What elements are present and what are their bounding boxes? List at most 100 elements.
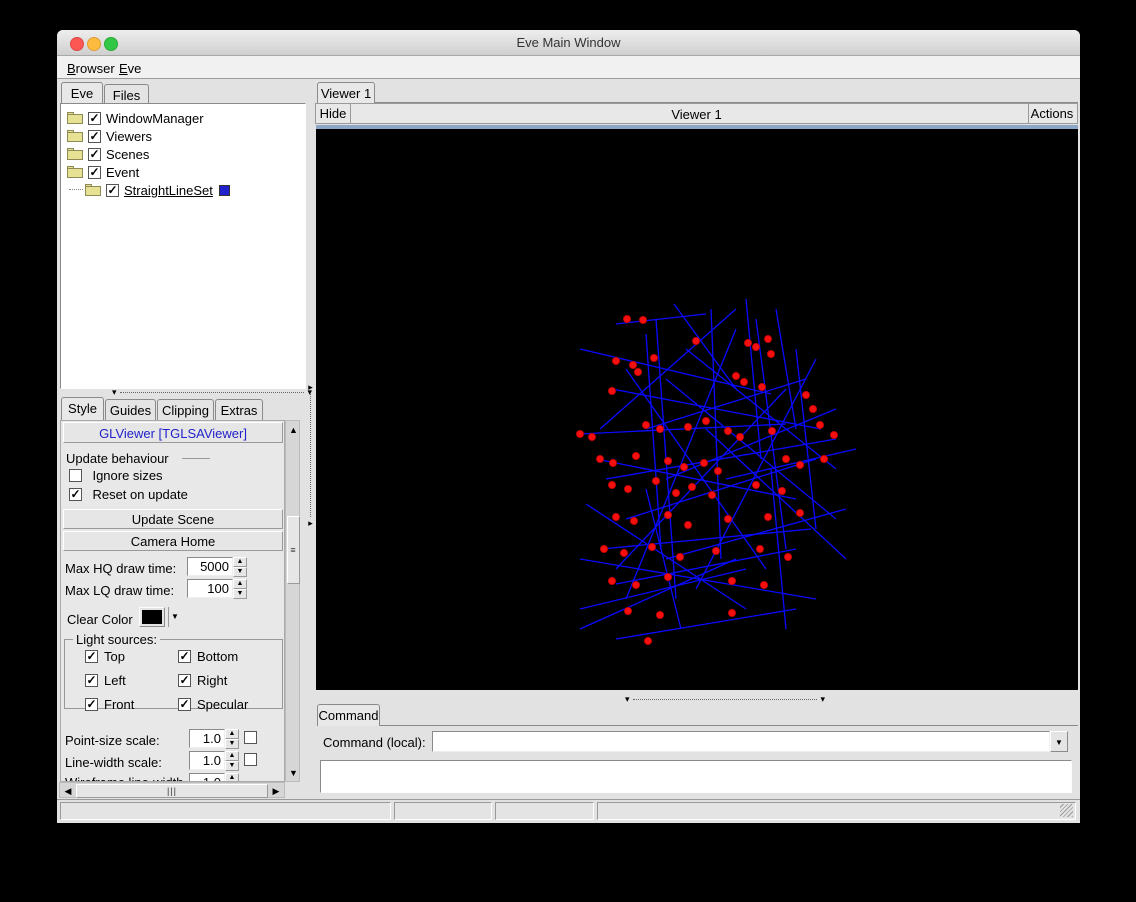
editor-hscrollbar[interactable]: ◀ ||| ▶ [59,782,285,798]
checkbox-checked-icon[interactable]: ✓ [178,698,191,711]
clear-color-swatch[interactable] [139,607,165,627]
eve-main-window: Eve Main Window Browser Eve Eve Files ✓ W… [57,30,1080,823]
checkbox-checked-icon[interactable]: ✓ [85,650,98,663]
menu-browser[interactable]: Browser [63,59,119,78]
tree-item-label[interactable]: Scenes [106,147,149,162]
light-label: Right [197,673,227,688]
command-input[interactable] [432,731,1050,752]
light-left-checkbox[interactable]: ✓Left [85,672,178,690]
resize-grip-icon[interactable] [1060,804,1073,817]
tree-item-viewers[interactable]: ✓ Viewers [65,127,303,145]
scroll-down-icon[interactable]: ▼ [286,766,301,779]
clear-color-label: Clear Color [67,612,133,627]
light-front-checkbox[interactable]: ✓Front [85,696,178,714]
checkbox-checked-icon[interactable]: ✓ [106,184,119,197]
light-sources-title: Light sources: [73,632,160,647]
wireframe-label: Wireframe line-width [65,775,183,782]
camera-home-button[interactable]: Camera Home [63,531,283,551]
folder-icon [67,148,84,160]
tab-guides[interactable]: Guides [105,399,156,420]
line-width-entry[interactable] [189,751,225,770]
spin-down-icon[interactable]: ▼ [233,589,247,599]
reset-on-update-checkbox[interactable]: ✓ Reset on update [69,486,188,504]
scroll-up-icon[interactable]: ▲ [286,423,301,436]
checkbox-checked-icon: ✓ [69,488,82,501]
tree-item-scenes[interactable]: ✓ Scenes [65,145,303,163]
spin-up-icon[interactable]: ▲ [233,579,247,589]
tree-item-label[interactable]: Viewers [106,129,152,144]
max-lq-entry[interactable] [187,579,233,598]
status-segment [597,802,1076,820]
window-title: Eve Main Window [57,35,1080,50]
panel-splitter[interactable]: ▸ ▸ [306,383,315,528]
tree-item-label-selected[interactable]: StraightLineSet [124,183,213,198]
scroll-right-icon[interactable]: ▶ [270,783,282,799]
spin-up-icon[interactable]: ▲ [225,751,239,761]
light-right-checkbox[interactable]: ✓ Right [178,672,276,690]
tree-connector [69,189,83,191]
tree-item-event[interactable]: ✓ Event [65,163,303,181]
checkbox-checked-icon[interactable]: ✓ [88,166,101,179]
wireframe-spinner[interactable]: ▲ [225,773,239,782]
ignore-sizes-checkbox[interactable]: Ignore sizes [69,467,163,485]
checkbox-checked-icon[interactable]: ✓ [85,698,98,711]
tree-item-label[interactable]: WindowManager [106,111,204,126]
actions-button[interactable]: Actions [1028,104,1075,123]
tab-command[interactable]: Command [317,704,380,726]
scroll-left-icon[interactable]: ◀ [62,783,74,799]
tab-eve[interactable]: Eve [61,82,103,103]
viewer-command-splitter[interactable]: ▾ ▾ [625,694,825,704]
spin-down-icon[interactable]: ▼ [225,761,239,771]
tab-clipping[interactable]: Clipping [157,399,214,420]
checkbox-checked-icon[interactable]: ✓ [88,130,101,143]
tab-extras[interactable]: Extras [215,399,263,420]
editor-vscrollbar[interactable]: ▲ ≡ ▼ [285,420,300,782]
point-size-spinner[interactable]: ▲ ▼ [225,729,239,748]
light-specular-checkbox[interactable]: ✓Specular [178,696,276,714]
max-hq-label: Max HQ draw time: [65,561,176,576]
point-size-entry[interactable] [189,729,225,748]
command-dropdown-icon[interactable]: ▼ [1050,731,1068,752]
checkbox-checked-icon[interactable]: ✓ [178,674,191,687]
tree-editor-splitter[interactable]: ▾ ▾ [112,387,312,397]
glviewer-name-frame: GLViewer [TGLSAViewer] [63,422,283,443]
spin-up-icon[interactable]: ▲ [225,729,239,739]
wireframe-entry[interactable] [189,773,225,782]
gl-viewport[interactable] [316,129,1078,690]
point-size-checkbox[interactable] [244,731,257,744]
spin-up-icon[interactable]: ▲ [225,773,239,782]
light-bottom-checkbox[interactable]: ✓Bottom [178,648,276,666]
spin-down-icon[interactable]: ▼ [233,567,247,577]
marker-color-swatch[interactable] [219,185,230,196]
tree-item-straightlineset[interactable]: ✓ StraightLineSet [65,181,303,199]
tab-files[interactable]: Files [104,84,149,103]
max-hq-spinner[interactable]: ▲ ▼ [233,557,247,576]
line-width-spinner[interactable]: ▲ ▼ [225,751,239,770]
command-local-label: Command (local): [323,735,426,750]
max-lq-spinner[interactable]: ▲ ▼ [233,579,247,598]
clear-color-separator [168,607,169,627]
splitter-collapse-icon: ▾ [112,388,117,397]
status-segment [495,802,594,820]
vscroll-thumb[interactable]: ≡ [287,516,300,584]
checkbox-checked-icon[interactable]: ✓ [85,674,98,687]
title-bar[interactable]: Eve Main Window [57,30,1080,56]
line-width-checkbox[interactable] [244,753,257,766]
update-scene-button[interactable]: Update Scene [63,509,283,529]
checkbox-checked-icon[interactable]: ✓ [178,650,191,663]
spin-down-icon[interactable]: ▼ [225,739,239,749]
tree-item-windowmanager[interactable]: ✓ WindowManager [65,109,303,127]
spin-up-icon[interactable]: ▲ [233,557,247,567]
menu-bar: Browser Eve [57,56,1080,79]
checkbox-checked-icon[interactable]: ✓ [88,112,101,125]
checkbox-checked-icon[interactable]: ✓ [88,148,101,161]
tree-item-label[interactable]: Event [106,165,139,180]
max-hq-entry[interactable] [187,557,233,576]
light-top-checkbox[interactable]: ✓Top [85,648,178,666]
folder-icon [67,166,84,178]
menu-eve[interactable]: Eve [115,59,145,78]
hscroll-thumb[interactable]: ||| [76,784,268,798]
tab-viewer1[interactable]: Viewer 1 [317,82,375,103]
clear-color-dropdown-icon[interactable]: ▼ [171,612,179,621]
tab-style[interactable]: Style [61,397,104,420]
